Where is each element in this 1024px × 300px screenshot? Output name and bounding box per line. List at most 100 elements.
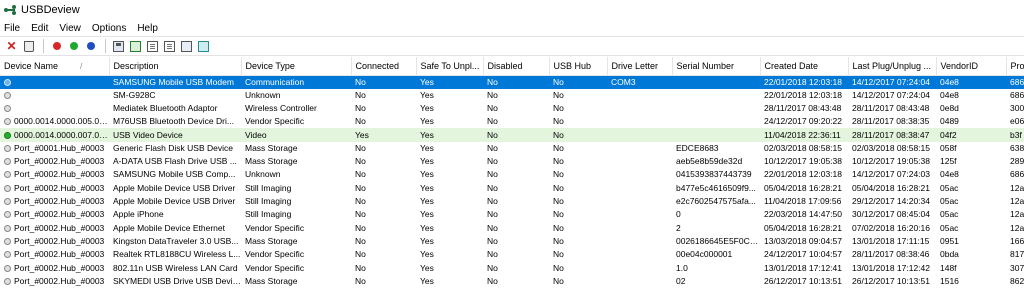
table-row[interactable]: Port_#0002.Hub_#0003 Realtek RTL8188CU Wi… <box>0 248 1024 261</box>
table-cell: 638 <box>1010 142 1024 153</box>
table-cell <box>672 75 760 89</box>
table-cell: 0e8d <box>940 102 959 113</box>
table-cell: Mass Storage <box>245 156 298 167</box>
table-row[interactable]: Port_#0002.Hub_#0003 Apple iPhone Still Im… <box>0 208 1024 221</box>
table-row[interactable]: Port_#0002.Hub_#0003 A-DATA USB Flash Dri… <box>0 155 1024 168</box>
menu-file[interactable]: File <box>4 23 20 34</box>
table-cell: 289 <box>1010 156 1024 167</box>
table-cell: EDCE8683 <box>676 142 719 153</box>
table-cell: Wireless Controller <box>245 102 317 113</box>
table-cell: No <box>553 249 564 260</box>
table-row[interactable]: Port_#0002.Hub_#0003 Kingston DataTravele… <box>0 235 1024 248</box>
cell-device-name: Port_#0002.Hub_#0003 <box>0 195 109 208</box>
cell-device-name: Port_#0002.Hub_#0003 <box>0 221 109 234</box>
table-cell: No <box>487 182 498 193</box>
save-icon[interactable] <box>111 39 126 54</box>
table-cell: No <box>355 116 366 127</box>
column-header-usb-hub[interactable]: USB Hub <box>549 57 608 76</box>
exit-icon[interactable] <box>196 39 211 54</box>
table-cell: 02/03/2018 08:58:15 <box>764 142 842 153</box>
toolbar: ✕ <box>0 36 1024 56</box>
table-cell: Yes <box>420 102 434 113</box>
table-row[interactable]: Mediatek Bluetooth Adaptor Wireless Contr… <box>0 102 1024 115</box>
copy-icon[interactable] <box>145 39 160 54</box>
column-header-vendor-id[interactable]: VendorID <box>936 57 1007 76</box>
column-header-safe-to-unplug[interactable]: Safe To Unpl... <box>416 57 484 76</box>
table-cell: 12a <box>1010 182 1024 193</box>
table-cell: Vendor Specific <box>245 249 305 260</box>
cell-text: Port_#0002.Hub_#0003 <box>14 222 105 233</box>
table-cell: 02/03/2018 08:58:15 <box>852 142 930 153</box>
table-row[interactable]: Port_#0002.Hub_#0003 Apple Mobile Device … <box>0 195 1024 208</box>
table-cell: No <box>487 169 498 180</box>
table-row[interactable]: Port_#0001.Hub_#0003 Generic Flash Disk U… <box>0 142 1024 155</box>
table-cell: 12a <box>1010 222 1024 233</box>
table-cell: 04e8 <box>940 169 959 180</box>
table-row[interactable]: Port_#0002.Hub_#0003 Apple Mobile Device … <box>0 182 1024 195</box>
table-cell: 11/04/2018 17:09:56 <box>764 196 842 207</box>
refresh-icon[interactable] <box>128 39 143 54</box>
column-header-serial-number[interactable]: Serial Number <box>672 57 761 76</box>
table-cell: b3f <box>1006 128 1024 142</box>
table-cell: 05ac <box>940 182 959 193</box>
table-row[interactable]: 0000.0014.0000.007.00... USB Video Device… <box>0 128 1024 142</box>
table-row[interactable]: SM-G928C Unknown No Yes No No 22/01/2018 12:03… <box>0 89 1024 102</box>
device-status-icon <box>4 104 11 112</box>
cell-text: Port_#0002.Hub_#0003 <box>14 235 105 246</box>
properties-icon[interactable] <box>179 39 194 54</box>
table-cell: Communication <box>241 75 351 89</box>
table-cell: 13/01/2018 17:11:15 <box>852 235 930 246</box>
cell-device-name: Port_#0002.Hub_#0003 <box>0 248 109 261</box>
trash-icon[interactable] <box>21 39 36 54</box>
device-status-icon <box>4 78 11 86</box>
table-cell <box>672 89 760 102</box>
blue-dot-icon[interactable] <box>83 39 98 54</box>
column-header-drive-letter[interactable]: Drive Letter <box>607 57 673 76</box>
menu-view[interactable]: View <box>59 23 81 34</box>
table-cell: e06 <box>1010 116 1024 127</box>
column-header-disabled[interactable]: Disabled <box>483 57 550 76</box>
column-header-connected[interactable]: Connected <box>351 57 417 76</box>
table-cell: No <box>355 222 366 233</box>
table-cell: 26/12/2017 10:13:51 <box>764 275 842 286</box>
menu-edit[interactable]: Edit <box>31 23 48 34</box>
table-cell: No <box>553 275 564 286</box>
table-row[interactable]: Port_#0002.Hub_#0003 SKYMEDI USB Drive US… <box>0 275 1024 288</box>
table-cell: Realtek RTL8188CU Wireless L... <box>113 249 241 260</box>
column-header-created-date[interactable]: Created Date <box>760 57 849 76</box>
cell-text: Port_#0002.Hub_#0003 <box>14 209 105 220</box>
column-header-device-name[interactable]: Device Name / <box>0 57 110 76</box>
menu-options[interactable]: Options <box>92 23 126 34</box>
red-dot-icon[interactable] <box>49 39 64 54</box>
table-cell: 058f <box>940 142 957 153</box>
report-icon[interactable] <box>162 39 177 54</box>
table-cell: No <box>553 262 564 273</box>
table-cell: Apple Mobile Device USB Driver <box>113 196 236 207</box>
column-header-device-type[interactable]: Device Type <box>241 57 352 76</box>
table-cell: 24/12/2017 09:20:22 <box>764 116 842 127</box>
device-status-icon <box>4 264 11 272</box>
uninstall-icon[interactable]: ✕ <box>4 39 19 54</box>
table-cell: 05/04/2018 16:28:21 <box>764 182 842 193</box>
table-row[interactable]: 0000.0014.0000.005.00... M76USB Bluetooth… <box>0 115 1024 128</box>
table-cell: 05ac <box>940 196 959 207</box>
table-cell: No <box>355 169 366 180</box>
table-cell: 0026186645E5F0C1... <box>676 235 760 246</box>
table-cell: Yes <box>420 275 434 286</box>
cell-device-name: 0000.0014.0000.007.00... <box>0 128 109 142</box>
cell-device-name: Port_#0002.Hub_#0003 <box>0 261 109 274</box>
table-row[interactable]: Port_#0002.Hub_#0003 802.11n USB Wireless… <box>0 261 1024 274</box>
table-row[interactable]: SAMSUNG Mobile USB Modem Communication No Y… <box>0 75 1024 89</box>
column-header-last-plug-unplug[interactable]: Last Plug/Unplug ... <box>848 57 937 76</box>
table-cell: No <box>487 102 498 113</box>
column-header-description[interactable]: Description <box>109 57 242 76</box>
table-cell: Yes <box>420 262 434 273</box>
table-cell: 05ac <box>940 222 959 233</box>
menu-help[interactable]: Help <box>137 23 158 34</box>
table-cell: Kingston DataTraveler 3.0 USB... <box>113 235 239 246</box>
green-dot-icon[interactable] <box>66 39 81 54</box>
table-cell: 307 <box>1010 262 1024 273</box>
column-header-product-id[interactable]: Pro <box>1006 57 1024 76</box>
table-row[interactable]: Port_#0002.Hub_#0003 SAMSUNG Mobile USB C… <box>0 168 1024 181</box>
table-row[interactable]: Port_#0002.Hub_#0003 Apple Mobile Device … <box>0 221 1024 234</box>
